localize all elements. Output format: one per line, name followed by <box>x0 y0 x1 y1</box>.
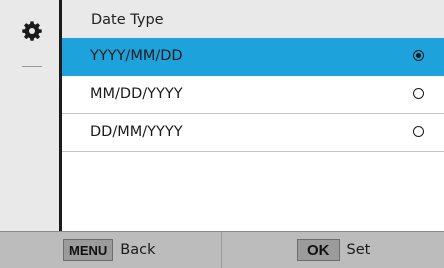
set-button[interactable]: OK Set <box>297 232 370 268</box>
date-type-screen: Date Type YYYY/MM/DD MM/DD/YYYY DD/MM/YY… <box>0 0 444 268</box>
option-dd-mm-yyyy[interactable]: DD/MM/YYYY <box>62 114 444 152</box>
option-label: DD/MM/YYYY <box>90 124 183 140</box>
date-format-list: YYYY/MM/DD MM/DD/YYYY DD/MM/YYYY <box>62 38 444 152</box>
ok-key: OK <box>297 239 340 261</box>
radio-unselected-icon[interactable] <box>413 88 424 99</box>
date-type-panel: Date Type YYYY/MM/DD MM/DD/YYYY DD/MM/YY… <box>62 0 444 231</box>
settings-sidebar <box>0 0 62 231</box>
back-label: Back <box>120 242 156 258</box>
radio-selected-icon[interactable] <box>413 50 424 61</box>
radio-unselected-icon[interactable] <box>413 126 424 137</box>
option-label: YYYY/MM/DD <box>90 48 183 64</box>
sidebar-divider <box>22 66 42 67</box>
option-label: MM/DD/YYYY <box>90 86 183 102</box>
footer-bar: MENU Back OK Set <box>0 231 444 268</box>
footer-divider <box>221 232 222 268</box>
option-mm-dd-yyyy[interactable]: MM/DD/YYYY <box>62 76 444 114</box>
option-yyyy-mm-dd[interactable]: YYYY/MM/DD <box>62 38 444 76</box>
gear-icon[interactable] <box>21 20 43 42</box>
back-button[interactable]: MENU Back <box>63 232 155 268</box>
panel-header: Date Type <box>62 0 444 38</box>
menu-key: MENU <box>63 239 114 261</box>
set-label: Set <box>346 242 371 258</box>
page-title: Date Type <box>91 12 164 28</box>
